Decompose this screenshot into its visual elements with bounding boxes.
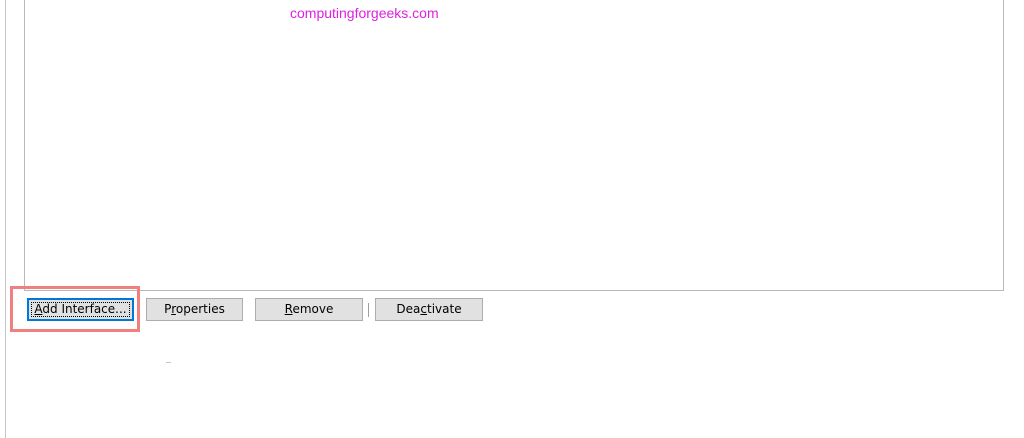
deactivate-mnemonic: c <box>420 302 427 316</box>
deactivate-label-pre: Dea <box>396 302 421 316</box>
deactivate-label-post: tivate <box>427 302 462 316</box>
watermark-text: computingforgeeks.com <box>290 5 439 21</box>
stray-mark <box>166 362 171 363</box>
add-interface-button[interactable]: Add Interface... <box>27 298 134 321</box>
properties-label-post: operties <box>175 302 225 316</box>
interface-list-panel[interactable]: computingforgeeks.com <box>24 0 1004 291</box>
add-interface-label-post: dd Interface... <box>42 302 127 316</box>
remove-button[interactable]: Remove <box>255 298 363 321</box>
window: computingforgeeks.com Add Interface... P… <box>0 0 1024 438</box>
interface-toolbar: Add Interface... Properties Remove Deact… <box>0 298 1024 324</box>
remove-label-post: emove <box>292 302 334 316</box>
properties-button[interactable]: Properties <box>146 298 243 321</box>
toolbar-separator <box>368 303 369 317</box>
deactivate-button[interactable]: Deactivate <box>375 298 483 321</box>
window-left-border <box>5 0 6 438</box>
